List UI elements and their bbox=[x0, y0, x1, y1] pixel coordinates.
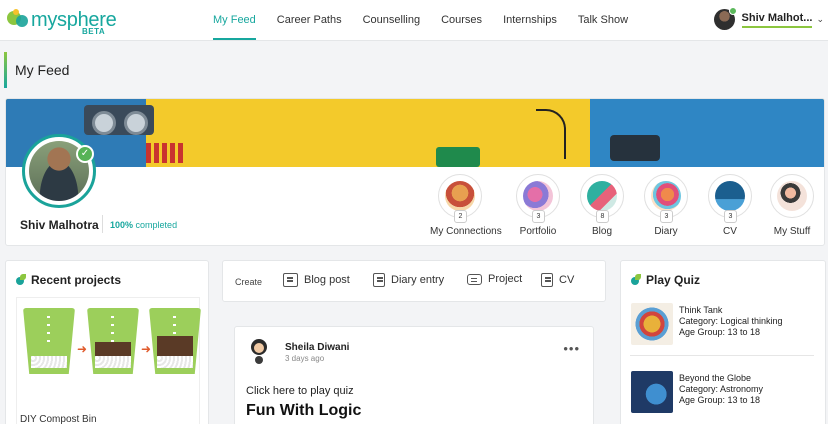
nav-talk-show[interactable]: Talk Show bbox=[578, 0, 628, 41]
user-name[interactable]: Shiv Malhot... bbox=[741, 12, 813, 28]
quiz-item[interactable]: Think Tank Category: Logical thinking Ag… bbox=[631, 303, 815, 363]
create-label: Create bbox=[235, 277, 263, 287]
quiz-item[interactable]: Beyond the Globe Category: Astronomy Age… bbox=[631, 371, 815, 424]
create-item-label: Blog post bbox=[304, 274, 350, 286]
logo-mark-icon bbox=[7, 9, 29, 31]
nav-courses[interactable]: Courses bbox=[441, 0, 482, 41]
leaf-icon bbox=[16, 274, 26, 286]
quiz-age-group: Age Group: 13 to 18 bbox=[679, 395, 761, 405]
portfolio-icon bbox=[523, 181, 553, 211]
profile-completion: 100% completed bbox=[110, 220, 177, 230]
create-project-button[interactable]: Project bbox=[467, 273, 522, 285]
create-cv-button[interactable]: CV bbox=[541, 273, 574, 287]
profile-banner bbox=[6, 99, 824, 167]
play-quiz-title: Play Quiz bbox=[631, 273, 700, 287]
profile-completion-text: completed bbox=[135, 220, 178, 230]
blog-post-icon bbox=[283, 273, 298, 287]
brand-beta-tag: BETA bbox=[82, 27, 106, 36]
quick-link-diary[interactable]: 3 Diary bbox=[636, 174, 696, 237]
quick-link-cv[interactable]: 3 CV bbox=[700, 174, 760, 237]
diary-entry-icon bbox=[373, 273, 385, 287]
nav-internships[interactable]: Internships bbox=[503, 0, 557, 41]
profile-name: Shiv Malhotra bbox=[20, 218, 99, 232]
leaf-icon bbox=[631, 274, 641, 286]
quick-link-label: My Stuff bbox=[773, 226, 811, 237]
divider bbox=[630, 355, 814, 356]
create-item-label: CV bbox=[559, 274, 575, 286]
divider bbox=[102, 215, 103, 233]
create-diary-entry-button[interactable]: Diary entry bbox=[373, 273, 444, 287]
people-icon bbox=[445, 181, 475, 211]
recent-projects-title: Recent projects bbox=[16, 273, 121, 287]
recent-projects-panel: Recent projects ➜ ➜ bbox=[5, 260, 209, 424]
project-icon bbox=[467, 273, 482, 285]
author-avatar[interactable] bbox=[247, 339, 271, 367]
count-badge: 3 bbox=[724, 210, 737, 223]
quick-link-blog[interactable]: 8 Blog bbox=[572, 174, 632, 237]
quiz-details: Beyond the Globe Category: Astronomy Age… bbox=[679, 373, 763, 406]
count-badge: 2 bbox=[454, 210, 467, 223]
main-nav: My Feed Career Paths Counselling Courses… bbox=[213, 0, 649, 41]
page-title: My Feed bbox=[15, 62, 70, 78]
count-badge: 8 bbox=[596, 210, 609, 223]
quiz-age-group: Age Group: 13 to 18 bbox=[679, 327, 761, 337]
feed-post[interactable]: Sheila Diwani 3 days ago ••• Click here … bbox=[234, 326, 594, 424]
brand-logo[interactable]: mysphere BETA bbox=[7, 9, 117, 36]
quiz-thumbnail[interactable] bbox=[631, 303, 673, 345]
create-blog-post-button[interactable]: Blog post bbox=[283, 273, 350, 287]
user-menu[interactable]: Shiv Malhot... ⌄ bbox=[713, 7, 824, 30]
profile-completion-value: 100% bbox=[110, 220, 134, 230]
post-author[interactable]: Sheila Diwani bbox=[285, 342, 349, 353]
user-avatar[interactable] bbox=[713, 7, 737, 30]
quiz-category: Category: Logical thinking bbox=[679, 316, 783, 326]
quiz-thumbnail[interactable] bbox=[631, 371, 673, 413]
project-title[interactable]: DIY Compost Bin bbox=[20, 414, 97, 424]
chevron-down-icon[interactable]: ⌄ bbox=[816, 14, 824, 25]
count-badge: 3 bbox=[532, 210, 545, 223]
create-item-label: Project bbox=[488, 273, 523, 285]
title-accent-bar bbox=[4, 52, 7, 88]
cv-icon bbox=[715, 181, 745, 211]
cv-doc-icon bbox=[541, 273, 553, 287]
nav-my-feed[interactable]: My Feed bbox=[213, 0, 256, 41]
play-quiz-panel: Play Quiz Think Tank Category: Logical t… bbox=[620, 260, 826, 424]
diary-icon bbox=[651, 181, 681, 211]
top-navbar: mysphere BETA My Feed Career Paths Couns… bbox=[0, 0, 828, 41]
blog-icon bbox=[587, 181, 617, 211]
stuff-icon bbox=[777, 181, 807, 211]
quick-link-label: My Connections bbox=[430, 226, 502, 237]
quiz-name[interactable]: Think Tank bbox=[679, 305, 783, 316]
quick-link-label: Portfolio bbox=[519, 226, 557, 237]
panel-title-text: Play Quiz bbox=[646, 273, 701, 287]
quick-link-portfolio[interactable]: 3 Portfolio bbox=[508, 174, 568, 237]
verified-check-icon: ✓ bbox=[76, 145, 94, 163]
arrow-right-icon: ➜ bbox=[77, 342, 88, 356]
project-card-thumbnail[interactable]: ➜ ➜ bbox=[16, 297, 201, 424]
nav-counselling[interactable]: Counselling bbox=[363, 0, 420, 41]
quiz-category: Category: Astronomy bbox=[679, 384, 764, 394]
arrow-right-icon: ➜ bbox=[141, 342, 152, 356]
panel-title-text: Recent projects bbox=[31, 273, 122, 287]
nav-career-paths[interactable]: Career Paths bbox=[277, 0, 342, 41]
quick-link-my-stuff[interactable]: My Stuff bbox=[762, 174, 822, 237]
quick-link-label: Blog bbox=[591, 226, 612, 237]
count-badge: 3 bbox=[660, 210, 673, 223]
quiz-name[interactable]: Beyond the Globe bbox=[679, 373, 763, 384]
quiz-details: Think Tank Category: Logical thinking Ag… bbox=[679, 305, 783, 338]
post-cta-link[interactable]: Click here to play quiz bbox=[246, 385, 354, 397]
quick-link-label: Diary bbox=[654, 226, 678, 237]
post-timestamp: 3 days ago bbox=[285, 354, 325, 363]
create-bar: Create Blog post Diary entry Project CV bbox=[222, 260, 606, 302]
online-status-icon bbox=[728, 7, 737, 15]
quick-link-label: CV bbox=[723, 226, 737, 237]
post-title[interactable]: Fun With Logic bbox=[246, 402, 361, 420]
more-options-icon[interactable]: ••• bbox=[563, 341, 580, 356]
create-item-label: Diary entry bbox=[391, 274, 445, 286]
quick-link-my-connections[interactable]: 2 My Connections bbox=[430, 174, 502, 237]
profile-card: ✓ Shiv Malhotra 100% completed 2 My Conn… bbox=[5, 98, 825, 246]
